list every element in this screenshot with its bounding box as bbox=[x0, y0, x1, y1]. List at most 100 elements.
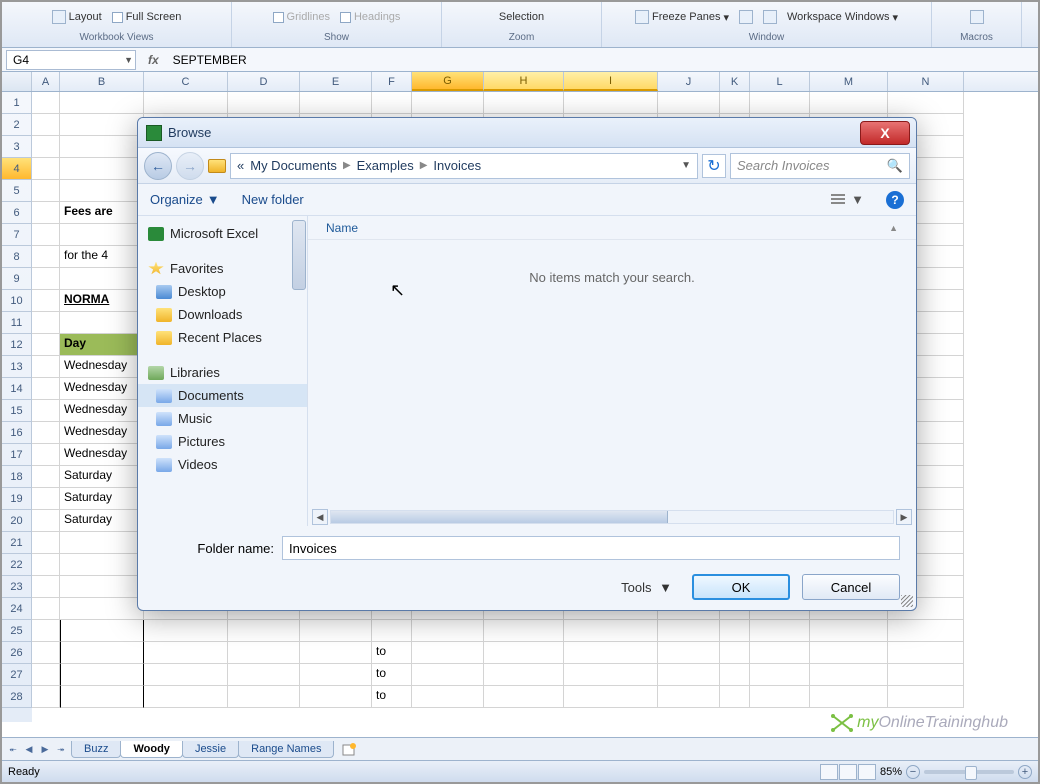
cell-G26[interactable] bbox=[412, 642, 484, 664]
back-button[interactable]: ← bbox=[144, 152, 172, 180]
cell-A11[interactable] bbox=[32, 312, 60, 334]
cell-A19[interactable] bbox=[32, 488, 60, 510]
cell-I28[interactable] bbox=[564, 686, 658, 708]
cell-B15[interactable]: Wednesday bbox=[60, 400, 144, 422]
chevron-down-icon[interactable]: ▼ bbox=[124, 55, 133, 65]
cell-B26[interactable] bbox=[60, 642, 144, 664]
cell-I25[interactable] bbox=[564, 620, 658, 642]
cell-B18[interactable]: Saturday bbox=[60, 466, 144, 488]
cell-F1[interactable] bbox=[372, 92, 412, 114]
row-header-10[interactable]: 10 bbox=[2, 290, 32, 312]
column-header-I[interactable]: I bbox=[564, 72, 658, 91]
cell-B1[interactable] bbox=[60, 92, 144, 114]
cell-B10[interactable]: NORMA bbox=[60, 290, 144, 312]
cell-A26[interactable] bbox=[32, 642, 60, 664]
cell-C25[interactable] bbox=[144, 620, 228, 642]
sidebar-item-favorites[interactable]: Favorites bbox=[138, 257, 307, 280]
cell-J25[interactable] bbox=[658, 620, 720, 642]
row-header-6[interactable]: 6 bbox=[2, 202, 32, 224]
sidebar-item-documents[interactable]: Documents bbox=[138, 384, 307, 407]
cell-E25[interactable] bbox=[300, 620, 372, 642]
cancel-button[interactable]: Cancel bbox=[802, 574, 900, 600]
help-button[interactable]: ? bbox=[886, 191, 904, 209]
cell-H25[interactable] bbox=[484, 620, 564, 642]
sheet-tab-buzz[interactable]: Buzz bbox=[71, 741, 121, 758]
macros-icon[interactable] bbox=[970, 10, 984, 24]
sheet-tab-jessie[interactable]: Jessie bbox=[182, 741, 239, 758]
zoom-level[interactable]: 85% bbox=[880, 766, 902, 778]
cell-D27[interactable] bbox=[228, 664, 300, 686]
cell-B4[interactable] bbox=[60, 158, 144, 180]
column-name-header[interactable]: Name bbox=[326, 221, 889, 235]
row-header-5[interactable]: 5 bbox=[2, 180, 32, 202]
first-sheet-button[interactable]: ⯬ bbox=[6, 741, 20, 757]
cell-K28[interactable] bbox=[720, 686, 750, 708]
search-input[interactable]: Search Invoices 🔍 bbox=[730, 153, 910, 179]
cell-A12[interactable] bbox=[32, 334, 60, 356]
sheet-tab-range-names[interactable]: Range Names bbox=[238, 741, 334, 758]
row-header-7[interactable]: 7 bbox=[2, 224, 32, 246]
cell-B7[interactable] bbox=[60, 224, 144, 246]
file-list-header[interactable]: Name ▲ bbox=[308, 216, 916, 240]
cell-H28[interactable] bbox=[484, 686, 564, 708]
row-header-16[interactable]: 16 bbox=[2, 422, 32, 444]
cell-B24[interactable] bbox=[60, 598, 144, 620]
cell-B22[interactable] bbox=[60, 554, 144, 576]
column-header-G[interactable]: G bbox=[412, 72, 484, 91]
cell-B5[interactable] bbox=[60, 180, 144, 202]
breadcrumb[interactable]: « My Documents ▶ Examples ▶ Invoices ▼ bbox=[230, 153, 698, 179]
cell-K25[interactable] bbox=[720, 620, 750, 642]
organize-button[interactable]: Organize ▼ bbox=[150, 192, 220, 207]
scroll-thumb[interactable] bbox=[331, 511, 668, 523]
row-header-23[interactable]: 23 bbox=[2, 576, 32, 598]
fx-icon[interactable]: fx bbox=[140, 53, 167, 67]
column-header-C[interactable]: C bbox=[144, 72, 228, 91]
cell-A4[interactable] bbox=[32, 158, 60, 180]
cell-A3[interactable] bbox=[32, 136, 60, 158]
resize-grip[interactable] bbox=[901, 595, 913, 607]
cell-F27[interactable]: to bbox=[372, 664, 412, 686]
row-header-3[interactable]: 3 bbox=[2, 136, 32, 158]
sidebar-item-videos[interactable]: Videos bbox=[138, 453, 307, 476]
breadcrumb-item[interactable]: Invoices bbox=[433, 158, 481, 173]
normal-view-button[interactable] bbox=[820, 764, 838, 780]
cell-B17[interactable]: Wednesday bbox=[60, 444, 144, 466]
layout-button[interactable]: Layout bbox=[52, 10, 102, 24]
cell-M1[interactable] bbox=[810, 92, 888, 114]
sidebar-item-libraries[interactable]: Libraries bbox=[138, 361, 307, 384]
refresh-button[interactable]: ↻ bbox=[702, 154, 726, 178]
workspace-windows-button[interactable]: Workspace Windows ▾ bbox=[787, 11, 898, 24]
next-sheet-button[interactable]: ▶ bbox=[38, 741, 52, 757]
cell-B27[interactable] bbox=[60, 664, 144, 686]
cell-D26[interactable] bbox=[228, 642, 300, 664]
page-layout-view-button[interactable] bbox=[839, 764, 857, 780]
cell-A14[interactable] bbox=[32, 378, 60, 400]
row-header-27[interactable]: 27 bbox=[2, 664, 32, 686]
cell-B12[interactable]: Day bbox=[60, 334, 144, 356]
cell-A6[interactable] bbox=[32, 202, 60, 224]
cell-A17[interactable] bbox=[32, 444, 60, 466]
row-header-24[interactable]: 24 bbox=[2, 598, 32, 620]
cell-A15[interactable] bbox=[32, 400, 60, 422]
cell-L28[interactable] bbox=[750, 686, 810, 708]
cell-E27[interactable] bbox=[300, 664, 372, 686]
cell-A7[interactable] bbox=[32, 224, 60, 246]
cell-B8[interactable]: for the 4 bbox=[60, 246, 144, 268]
cell-C27[interactable] bbox=[144, 664, 228, 686]
prev-sheet-button[interactable]: ◀ bbox=[22, 741, 36, 757]
cell-F25[interactable] bbox=[372, 620, 412, 642]
horizontal-scrollbar[interactable]: ◀ ▶ bbox=[308, 508, 916, 526]
cell-G28[interactable] bbox=[412, 686, 484, 708]
cell-M25[interactable] bbox=[810, 620, 888, 642]
cell-M27[interactable] bbox=[810, 664, 888, 686]
cell-K27[interactable] bbox=[720, 664, 750, 686]
cell-A8[interactable] bbox=[32, 246, 60, 268]
cell-A20[interactable] bbox=[32, 510, 60, 532]
cell-B21[interactable] bbox=[60, 532, 144, 554]
cell-L26[interactable] bbox=[750, 642, 810, 664]
cell-B13[interactable]: Wednesday bbox=[60, 356, 144, 378]
breadcrumb-item[interactable]: Examples bbox=[357, 158, 414, 173]
cell-M26[interactable] bbox=[810, 642, 888, 664]
cell-E28[interactable] bbox=[300, 686, 372, 708]
cell-A28[interactable] bbox=[32, 686, 60, 708]
